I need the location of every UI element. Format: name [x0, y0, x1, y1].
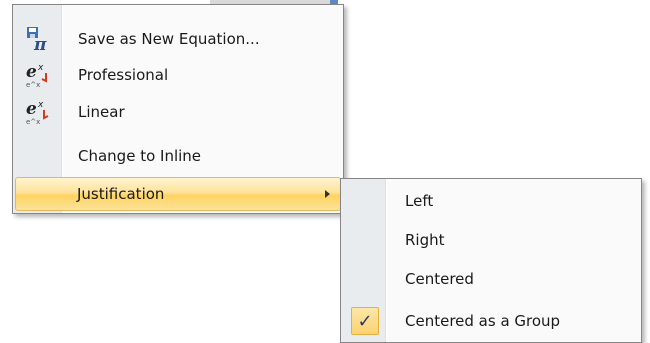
menu-item-label: Centered as a Group — [405, 312, 561, 330]
menu-item-label: Change to Inline — [78, 147, 202, 165]
svg-text:π: π — [33, 35, 47, 53]
submenu-item-right[interactable]: Right — [343, 222, 639, 258]
submenu-arrow-icon — [325, 190, 330, 198]
equation-linear-icon: e x e^x — [26, 99, 49, 126]
menu-item-label: Centered — [405, 270, 474, 288]
checkmark-icon: ✓ — [351, 307, 379, 335]
equation-context-menu: π Save as New Equation... e x e^x Profes… — [12, 4, 344, 214]
submenu-item-centered[interactable]: Centered — [343, 261, 639, 297]
menu-item-save-as-new-equation[interactable]: π Save as New Equation... — [15, 21, 341, 57]
menu-item-justification[interactable]: Justification — [15, 177, 341, 211]
menu-item-label: Professional — [78, 66, 169, 84]
svg-text:e: e — [26, 62, 37, 82]
submenu-item-left[interactable]: Left — [343, 183, 639, 219]
menu-item-label: Justification — [77, 185, 165, 203]
menu-item-label: Left — [405, 192, 434, 210]
menu-item-label: Linear — [78, 103, 125, 121]
svg-text:e^x: e^x — [26, 81, 40, 89]
svg-text:x: x — [37, 63, 44, 73]
menu-item-label: Save as New Equation... — [78, 30, 260, 48]
equation-professional-icon: e x e^x — [26, 62, 47, 89]
svg-text:x: x — [37, 100, 44, 110]
svg-text:e^x: e^x — [26, 118, 40, 126]
menu-item-linear[interactable]: e x e^x Linear — [15, 94, 341, 130]
menu-item-label: Right — [405, 231, 445, 249]
menu-item-change-to-inline[interactable]: Change to Inline — [15, 138, 341, 174]
svg-text:e: e — [26, 99, 37, 119]
menu-item-professional[interactable]: e x e^x Professional — [15, 57, 341, 93]
pi-save-icon: π — [27, 27, 47, 53]
submenu-item-centered-as-a-group[interactable]: ✓ Centered as a Group — [343, 303, 639, 339]
justification-submenu: Left Right Centered ✓ Centered as a Grou… — [340, 178, 642, 343]
